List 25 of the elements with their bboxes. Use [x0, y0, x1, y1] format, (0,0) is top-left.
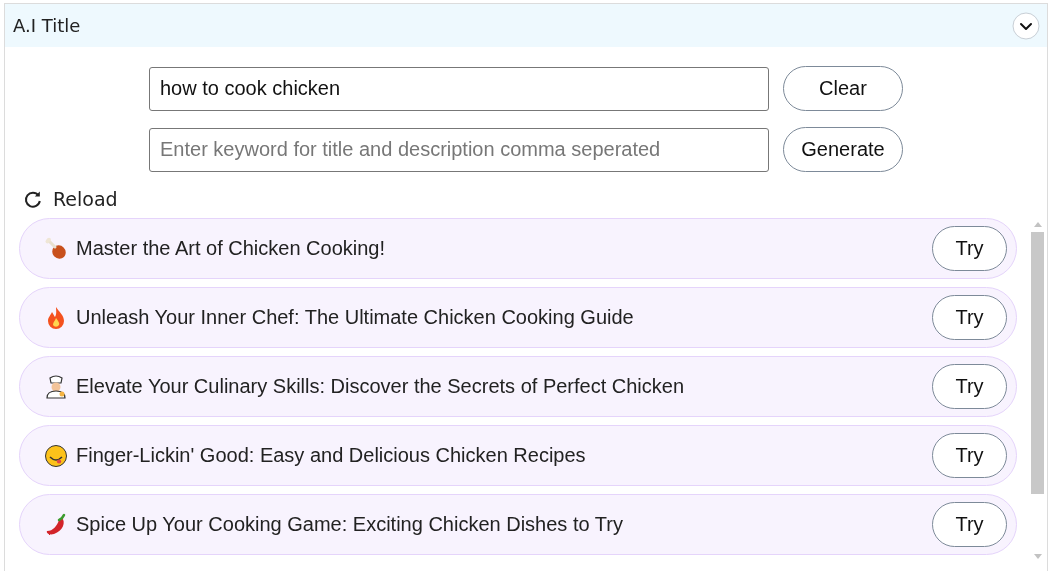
suggestion-text: Master the Art of Chicken Cooking! — [76, 237, 387, 260]
reload-link[interactable]: Reload — [53, 188, 118, 210]
reload-icon[interactable] — [23, 189, 43, 209]
clear-button[interactable]: Clear — [783, 66, 903, 111]
try-button[interactable]: Try — [932, 433, 1007, 478]
suggestion-text: Elevate Your Culinary Skills: Discover the Secrets of Perfect Chicken — [76, 375, 686, 398]
panel-title: A.I Title — [13, 15, 81, 36]
try-button[interactable]: Try — [932, 295, 1007, 340]
suggestion-text: Spice Up Your Cooking Game: Exciting Chicken Dishes to Try — [76, 513, 624, 536]
topic-field[interactable]: how to cook chicken — [149, 66, 769, 111]
scroll-up-icon[interactable] — [1033, 222, 1042, 227]
suggestion-text: Unleash Your Inner Chef: The Ultimate Chicken Cooking Guide — [76, 306, 635, 329]
suggestion-text: Finger-Lickin' Good: Easy and Delicious Chicken Recipes — [76, 444, 587, 467]
chili-pepper-icon — [44, 512, 68, 537]
scrollbar-thumb[interactable] — [1031, 232, 1044, 494]
scroll-down-icon[interactable] — [1033, 554, 1042, 559]
chevron-icon[interactable] — [1012, 11, 1040, 40]
keyword-field[interactable]: Enter keyword for title and description comma seperated — [149, 127, 769, 172]
generate-button[interactable]: Generate — [783, 127, 903, 172]
smiley-icon — [44, 443, 68, 468]
try-button[interactable]: Try — [932, 226, 1007, 271]
drumstick-icon — [44, 236, 68, 261]
try-button[interactable]: Try — [932, 364, 1007, 409]
chef-icon — [44, 374, 68, 399]
try-button[interactable]: Try — [932, 502, 1007, 547]
